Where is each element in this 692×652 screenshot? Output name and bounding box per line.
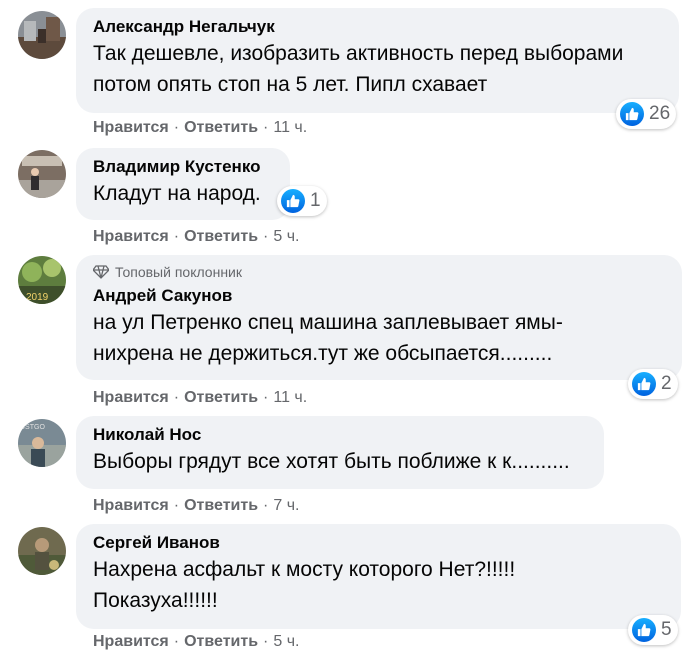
reaction-count-number: 1 (310, 190, 321, 211)
reaction-count[interactable]: 2 (628, 369, 678, 399)
comment-actions: Нравится · Ответить · 5 ч. (93, 227, 299, 247)
avatar[interactable] (18, 150, 66, 198)
reaction-count-number: 5 (661, 619, 672, 640)
reaction-count-number: 26 (649, 103, 671, 124)
author-name[interactable]: Андрей Сакунов (93, 285, 666, 307)
separator: · (263, 119, 269, 136)
like-link[interactable]: Нравится (93, 497, 169, 514)
reply-link[interactable]: Ответить (184, 633, 258, 650)
separator: · (263, 228, 269, 245)
comment-text-line: потом опять стоп на 5 лет. Пипл схавает (93, 73, 488, 96)
avatar[interactable] (18, 527, 66, 575)
avatar[interactable] (18, 11, 66, 59)
author-name[interactable]: Владимир Кустенко (93, 156, 274, 178)
separator: · (173, 228, 180, 245)
avatar[interactable]: USTGO (18, 419, 66, 467)
comment-actions: Нравится · Ответить · 7 ч. (93, 496, 299, 516)
reaction-count[interactable]: 26 (616, 99, 677, 129)
comment-bubble: Сергей Иванов Нахрена асфальт к мосту ко… (76, 524, 681, 629)
timestamp[interactable]: 11 ч. (273, 119, 307, 136)
comment-bubble: Александр Негальчук Так дешевле, изобраз… (76, 8, 679, 113)
timestamp[interactable]: 5 ч. (273, 633, 299, 650)
separator: · (263, 633, 269, 650)
reply-link[interactable]: Ответить (184, 497, 258, 514)
separator: · (263, 497, 269, 514)
like-link[interactable]: Нравится (93, 119, 169, 136)
like-thumb-icon (632, 618, 656, 642)
comment-actions: Нравится · Ответить · 11 ч. (93, 118, 307, 138)
timestamp[interactable]: 11 ч. (273, 389, 307, 406)
like-link[interactable]: Нравится (93, 389, 169, 406)
comment-text-line: Кладут на народ. (93, 182, 261, 205)
comment-text-line: нихрена не держиться.тут же обсыпается..… (93, 342, 553, 365)
comment-actions: Нравится · Ответить · 11 ч. (93, 388, 307, 408)
separator: · (173, 633, 180, 650)
top-fan-badge: Топовый поклонник (93, 263, 666, 281)
reply-link[interactable]: Ответить (184, 228, 258, 245)
badge-label: Топовый поклонник (115, 264, 242, 280)
comment-text-line: на ул Петренко спец машина заплевывает я… (93, 311, 563, 334)
reaction-count-number: 2 (661, 373, 672, 394)
timestamp[interactable]: 5 ч. (273, 228, 299, 245)
comment-bubble: Николай Нос Выборы грядут все хотят быть… (76, 416, 604, 489)
comment-bubble: Владимир Кустенко Кладут на народ. (76, 148, 290, 220)
reply-link[interactable]: Ответить (184, 389, 258, 406)
like-link[interactable]: Нравится (93, 228, 169, 245)
reaction-count[interactable]: 1 (277, 186, 327, 216)
separator: · (173, 497, 180, 514)
like-link[interactable]: Нравится (93, 633, 169, 650)
author-name[interactable]: Николай Нос (93, 424, 588, 446)
like-thumb-icon (620, 102, 644, 126)
timestamp[interactable]: 7 ч. (273, 497, 299, 514)
svg-text:2019: 2019 (26, 292, 49, 303)
like-thumb-icon (632, 372, 656, 396)
comment-text-line: Нахрена асфальт к мосту которого Нет?!!!… (93, 558, 516, 581)
comment-bubble: Топовый поклонник Андрей Сакунов на ул П… (76, 255, 682, 380)
separator: · (173, 119, 180, 136)
separator: · (173, 389, 180, 406)
author-name[interactable]: Сергей Иванов (93, 532, 665, 554)
svg-text:USTGO: USTGO (20, 424, 45, 431)
like-thumb-icon (281, 189, 305, 213)
avatar[interactable]: 2019 (18, 256, 66, 304)
separator: · (263, 389, 269, 406)
comment-text-line: Так дешевле, изобразить активность перед… (93, 42, 624, 65)
comment-actions: Нравится · Ответить · 5 ч. (93, 632, 299, 652)
reaction-count[interactable]: 5 (628, 615, 678, 645)
author-name[interactable]: Александр Негальчук (93, 16, 663, 38)
comment-text-line: Показуха!!!!!! (93, 589, 218, 612)
comment-text-line: Выборы грядут все хотят быть поближе к к… (93, 450, 570, 473)
reply-link[interactable]: Ответить (184, 119, 258, 136)
diamond-icon (93, 265, 109, 279)
